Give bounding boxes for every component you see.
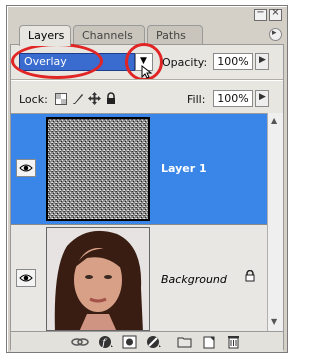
- lock-image-pixels-icon[interactable]: [72, 92, 84, 105]
- lock-label: Lock:: [19, 93, 48, 106]
- layers-list: Layer 1 Background: [11, 113, 267, 332]
- opacity-slider-button[interactable]: ▶: [255, 53, 269, 70]
- tab-paths[interactable]: Paths: [147, 25, 203, 45]
- lock-all-icon[interactable]: [106, 92, 116, 105]
- visibility-toggle[interactable]: [16, 159, 36, 177]
- layers-bottom-toolbar: f: [11, 331, 283, 352]
- layer-thumbnail-portrait: [46, 227, 150, 331]
- layer-name[interactable]: Layer 1: [161, 162, 207, 175]
- new-group-icon[interactable]: [176, 335, 194, 349]
- opacity-label: Opacity:: [162, 56, 208, 69]
- mouse-cursor-icon: [141, 65, 153, 79]
- close-button[interactable]: ×: [269, 7, 282, 21]
- separator: [11, 79, 283, 81]
- panel-menu-button[interactable]: ▸: [269, 28, 282, 41]
- panel-content: Overlay ▼ Opacity: 100% ▶ Lock: Fill: 10…: [10, 43, 284, 352]
- layer-thumbnail-noise: [46, 117, 150, 221]
- eye-icon: [19, 274, 33, 282]
- scroll-down-icon[interactable]: ▼: [271, 317, 277, 326]
- layers-panel: − × Layers Channels Paths ▸ Overlay ▼ Op…: [6, 5, 288, 353]
- lock-icon: [245, 270, 255, 282]
- lock-position-icon[interactable]: [88, 92, 101, 105]
- fill-field[interactable]: 100%: [213, 90, 253, 107]
- visibility-toggle[interactable]: [16, 269, 36, 287]
- panel-titlebar: − ×: [7, 6, 287, 24]
- chevron-right-icon: ▶: [259, 55, 266, 65]
- eye-icon: [19, 164, 33, 172]
- minimize-button[interactable]: −: [254, 7, 267, 21]
- tab-channels[interactable]: Channels: [73, 25, 145, 45]
- close-icon: ×: [271, 7, 280, 18]
- opacity-field[interactable]: 100%: [213, 53, 253, 70]
- link-layers-icon[interactable]: [71, 335, 89, 349]
- adjustment-layer-icon[interactable]: [145, 335, 163, 349]
- scroll-up-icon[interactable]: ▲: [271, 116, 277, 125]
- panel-tabs: Layers Channels Paths: [11, 25, 281, 46]
- fill-label: Fill:: [187, 93, 206, 106]
- layer-row-background[interactable]: Background: [11, 224, 267, 332]
- layers-scrollbar[interactable]: ▲ ▼: [267, 113, 283, 331]
- layer-name[interactable]: Background: [161, 273, 227, 286]
- panel-menu-icon: ▸: [272, 28, 277, 38]
- layer-style-icon[interactable]: f: [97, 335, 115, 349]
- minimize-icon: −: [256, 7, 265, 18]
- chevron-right-icon: ▶: [259, 92, 266, 102]
- lock-transparent-pixels-icon[interactable]: [55, 93, 67, 105]
- layer-row-layer-1[interactable]: Layer 1: [11, 114, 267, 224]
- fill-slider-button[interactable]: ▶: [255, 90, 269, 107]
- layer-mask-icon[interactable]: [121, 335, 139, 349]
- new-layer-icon[interactable]: [201, 335, 219, 349]
- noise-thumbnail-icon: [48, 119, 148, 219]
- annotation-circle-blend-mode: [11, 43, 103, 79]
- delete-layer-icon[interactable]: [225, 335, 243, 349]
- tab-layers[interactable]: Layers: [19, 25, 71, 46]
- portrait-thumbnail-icon: [47, 228, 149, 330]
